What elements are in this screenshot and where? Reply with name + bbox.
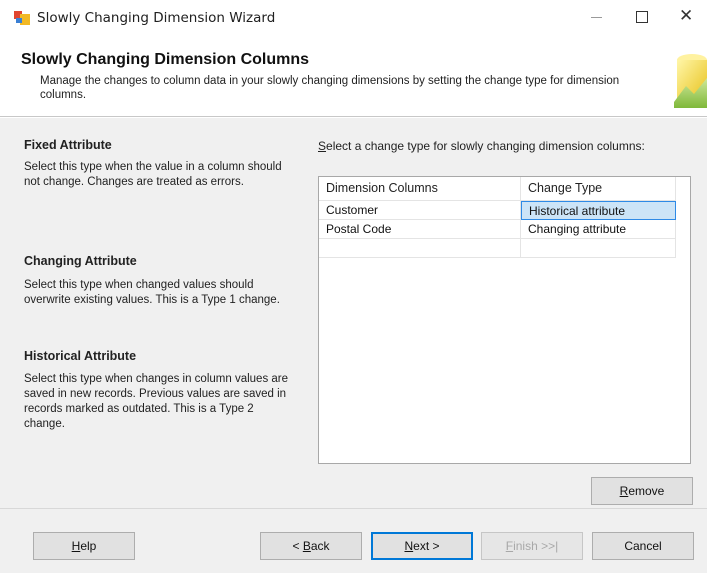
back-button[interactable]: < Back: [260, 532, 362, 560]
page-title: Slowly Changing Dimension Columns: [21, 51, 310, 68]
help-panel: Fixed Attribute Select this type when th…: [0, 118, 300, 508]
next-button[interactable]: Next >: [371, 532, 473, 560]
maximize-button[interactable]: [619, 0, 665, 34]
dimension-columns-grid[interactable]: Dimension Columns Change Type Customer H…: [318, 176, 691, 464]
grid-label: Select a change type for slowly changing…: [318, 139, 645, 153]
column-header-change-type[interactable]: Change Type: [521, 177, 676, 201]
minimize-icon: [591, 17, 602, 18]
fixed-attribute-title: Fixed Attribute: [24, 138, 112, 152]
wizard-header: Slowly Changing Dimension Columns Manage…: [0, 38, 707, 117]
wizard-footer: Help < Back Next > Finish >>| Cancel: [0, 508, 707, 573]
change-type-cell[interactable]: Historical attribute: [521, 201, 676, 220]
dimension-column-cell-empty[interactable]: [319, 239, 521, 258]
title-bar: Slowly Changing Dimension Wizard ✕: [0, 0, 707, 38]
page-description: Manage the changes to column data in you…: [40, 75, 620, 101]
historical-attribute-title: Historical Attribute: [24, 349, 137, 363]
change-type-cell[interactable]: Changing attribute: [521, 220, 676, 239]
historical-attribute-text: Select this type when changes in column …: [24, 373, 289, 430]
remove-button[interactable]: Remove: [591, 477, 693, 505]
window-title: Slowly Changing Dimension Wizard: [37, 10, 276, 26]
finish-button[interactable]: Finish >>|: [481, 532, 583, 560]
column-header-dimension-columns[interactable]: Dimension Columns: [319, 177, 521, 201]
dimension-column-cell[interactable]: Customer: [319, 201, 521, 220]
change-type-cell-empty[interactable]: [521, 239, 676, 258]
wizard-app-icon: [14, 11, 30, 25]
close-icon: ✕: [679, 6, 694, 26]
wizard-banner-icon: [674, 54, 707, 108]
help-button[interactable]: Help: [33, 532, 135, 560]
dimension-column-cell[interactable]: Postal Code: [319, 220, 521, 239]
new-row[interactable]: [319, 239, 676, 258]
wizard-content: Fixed Attribute Select this type when th…: [0, 118, 707, 508]
close-button[interactable]: ✕: [663, 0, 707, 34]
grid-header-row: Dimension Columns Change Type: [319, 177, 676, 201]
changing-attribute-title: Changing Attribute: [24, 254, 137, 268]
cancel-button[interactable]: Cancel: [592, 532, 694, 560]
maximize-icon: [636, 11, 648, 23]
fixed-attribute-text: Select this type when the value in a col…: [24, 161, 282, 188]
table-row[interactable]: Postal Code Changing attribute: [319, 220, 676, 239]
changing-attribute-text: Select this type when changed values sho…: [24, 279, 280, 306]
minimize-button[interactable]: [573, 0, 619, 34]
table-row[interactable]: Customer Historical attribute: [319, 201, 676, 220]
